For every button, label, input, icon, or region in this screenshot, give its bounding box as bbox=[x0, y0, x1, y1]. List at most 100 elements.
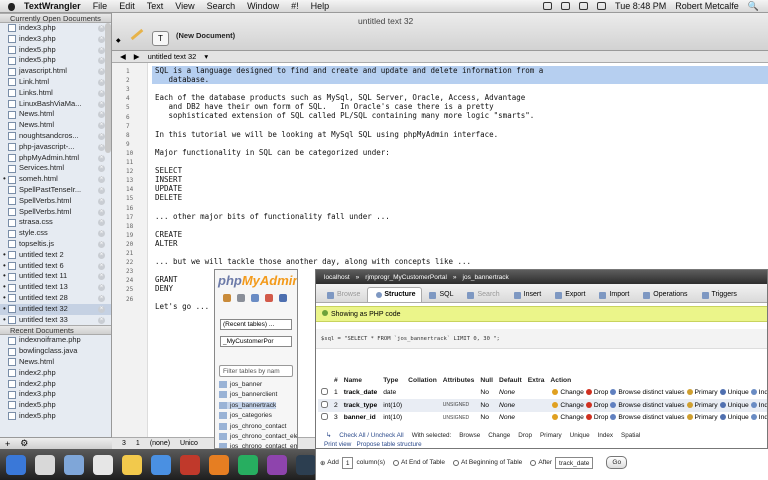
table-list-item[interactable]: jos_bannertrack bbox=[219, 401, 277, 409]
recent-document-item[interactable]: index2.php bbox=[0, 379, 111, 390]
forward-icon[interactable]: ▶ bbox=[134, 52, 140, 61]
open-document-item[interactable]: • someh.html × bbox=[0, 174, 111, 185]
pencil-icon[interactable] bbox=[130, 28, 144, 41]
open-document-item[interactable]: phpMyAdmin.html × bbox=[0, 153, 111, 164]
inde-action[interactable]: Inde bbox=[759, 402, 767, 409]
beginning-of-table-radio[interactable] bbox=[452, 459, 459, 466]
dock-app-icon[interactable] bbox=[35, 455, 55, 475]
breadcrumb-table[interactable]: jos_bannertrack bbox=[463, 274, 509, 281]
close-icon[interactable]: × bbox=[98, 68, 105, 76]
open-document-item[interactable]: SpellVerbs.html × bbox=[0, 196, 111, 207]
exit-icon[interactable] bbox=[237, 294, 245, 302]
close-icon[interactable]: × bbox=[98, 262, 105, 270]
dock-app-icon[interactable] bbox=[151, 455, 171, 475]
field-name[interactable]: track_type bbox=[340, 399, 381, 412]
close-icon[interactable]: × bbox=[98, 197, 105, 205]
tab-operations[interactable]: Operations bbox=[636, 287, 694, 302]
drop-action[interactable]: Drop bbox=[594, 389, 609, 396]
open-document-item[interactable]: SpellVerbs.html × bbox=[0, 207, 111, 218]
close-icon[interactable]: × bbox=[98, 251, 105, 259]
dock-app-icon[interactable] bbox=[238, 455, 258, 475]
code-line[interactable] bbox=[155, 221, 543, 230]
sidebar-scrollbar[interactable] bbox=[105, 23, 111, 153]
check-all-link[interactable]: Check All / Uncheck All bbox=[339, 432, 403, 439]
open-document-item[interactable]: • untitled text 33 × bbox=[0, 315, 111, 326]
close-icon[interactable]: × bbox=[98, 219, 105, 227]
open-document-item[interactable]: News.html × bbox=[0, 120, 111, 131]
field-name[interactable]: track_date bbox=[341, 387, 380, 400]
bulk-change-button[interactable]: Change bbox=[488, 432, 510, 439]
wifi-icon[interactable] bbox=[561, 2, 571, 10]
code-line[interactable]: Major functionality in SQL can be catego… bbox=[155, 148, 543, 157]
dock-app-icon[interactable] bbox=[267, 455, 287, 475]
dock-app-icon[interactable] bbox=[209, 455, 229, 475]
recent-document-item[interactable]: index3.php bbox=[0, 389, 111, 400]
menu-file[interactable]: File bbox=[93, 1, 108, 11]
spotlight-icon[interactable]: 🔍 bbox=[748, 1, 759, 12]
code-line[interactable]: UPDATE bbox=[155, 184, 543, 193]
open-document-item[interactable]: • untitled text 28 × bbox=[0, 293, 111, 304]
propose-structure-link[interactable]: Propose table structure bbox=[357, 441, 422, 448]
open-document-item[interactable]: Link.html × bbox=[0, 77, 111, 88]
tab-sql[interactable]: SQL bbox=[422, 287, 460, 302]
tab-import[interactable]: Import bbox=[592, 287, 636, 302]
close-icon[interactable]: × bbox=[98, 35, 105, 43]
menu-edit[interactable]: Edit bbox=[119, 1, 135, 11]
chevron-down-icon[interactable]: ▾ bbox=[204, 52, 208, 61]
bulk-drop-button[interactable]: Drop bbox=[518, 432, 532, 439]
open-document-item[interactable]: style.css × bbox=[0, 228, 111, 239]
app-menu[interactable]: TextWrangler bbox=[24, 1, 81, 11]
open-document-item[interactable]: • untitled text 2 × bbox=[0, 250, 111, 261]
end-of-table-radio[interactable] bbox=[393, 459, 400, 466]
close-icon[interactable]: × bbox=[98, 208, 105, 216]
open-document-item[interactable]: SpellPastTenseIr... × bbox=[0, 185, 111, 196]
close-icon[interactable]: × bbox=[98, 25, 105, 32]
dock-app-icon[interactable] bbox=[64, 455, 84, 475]
close-icon[interactable]: × bbox=[98, 273, 105, 281]
close-icon[interactable]: × bbox=[98, 122, 105, 130]
close-icon[interactable]: × bbox=[98, 240, 105, 248]
bulk-spatial-button[interactable]: Spatial bbox=[621, 432, 640, 439]
recent-document-item[interactable]: index5.php bbox=[0, 411, 111, 422]
clock[interactable]: Tue 8:48 PM bbox=[615, 1, 666, 11]
code-line[interactable]: Each of the database products such as My… bbox=[155, 93, 543, 102]
primary-action[interactable]: Primary bbox=[695, 402, 718, 409]
browse-distinct-values-action[interactable]: Browse distinct values bbox=[618, 389, 684, 396]
recent-document-item[interactable]: indexnoiframe.php bbox=[0, 335, 111, 346]
code-line[interactable] bbox=[155, 139, 543, 148]
open-document-item[interactable]: index3.php × bbox=[0, 23, 111, 34]
code-line[interactable]: ... but we will tackle those another day… bbox=[155, 257, 543, 266]
battery-icon[interactable] bbox=[597, 2, 607, 10]
menu-help[interactable]: Help bbox=[311, 1, 330, 11]
change-action[interactable]: Change bbox=[560, 389, 583, 396]
open-document-item[interactable]: strasa.css × bbox=[0, 217, 111, 228]
database-select[interactable]: _MyCustomerPor bbox=[220, 336, 292, 347]
menu-text[interactable]: Text bbox=[147, 1, 164, 11]
dock-app-icon[interactable] bbox=[6, 455, 26, 475]
bulk-primary-button[interactable]: Primary bbox=[540, 432, 562, 439]
code-line[interactable]: and DB2 have their own form of SQL. In O… bbox=[155, 102, 543, 111]
open-document-item[interactable]: News.html × bbox=[0, 109, 111, 120]
browse-distinct-values-action[interactable]: Browse distinct values bbox=[618, 414, 684, 421]
close-icon[interactable]: × bbox=[98, 154, 105, 162]
recent-document-item[interactable]: News.html bbox=[0, 357, 111, 368]
open-document-item[interactable]: LinuxBashViaMa... × bbox=[0, 99, 111, 110]
primary-action[interactable]: Primary bbox=[695, 389, 718, 396]
open-document-item[interactable]: • untitled text 11 × bbox=[0, 271, 111, 282]
code-line[interactable] bbox=[155, 248, 543, 257]
open-document-item[interactable]: • untitled text 32 × bbox=[0, 303, 111, 315]
gear-icon[interactable]: ⚙ bbox=[20, 438, 28, 449]
inde-action[interactable]: Inde bbox=[759, 389, 767, 396]
volume-icon[interactable] bbox=[579, 2, 589, 10]
code-line[interactable] bbox=[155, 121, 543, 130]
code-line[interactable]: database. bbox=[155, 75, 543, 84]
open-document-item[interactable]: noughtsandcros... × bbox=[0, 131, 111, 142]
open-document-item[interactable]: index3.php × bbox=[0, 34, 111, 45]
browse-distinct-values-action[interactable]: Browse distinct values bbox=[618, 402, 684, 409]
field-name[interactable]: banner_id bbox=[341, 412, 380, 425]
recent-document-item[interactable]: index2.php bbox=[0, 368, 111, 379]
apple-icon[interactable] bbox=[6, 1, 18, 11]
close-icon[interactable]: × bbox=[98, 132, 105, 140]
change-action[interactable]: Change bbox=[560, 414, 583, 421]
tab-export[interactable]: Export bbox=[548, 287, 592, 302]
